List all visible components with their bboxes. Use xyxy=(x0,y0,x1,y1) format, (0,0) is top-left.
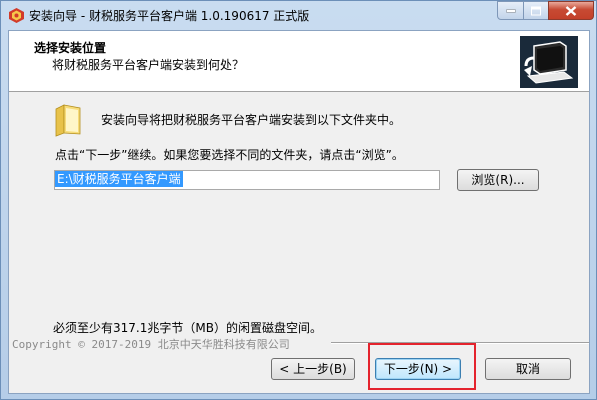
next-button-highlight xyxy=(368,343,476,390)
cancel-button[interactable]: 取消 xyxy=(485,358,571,380)
copyright-text: Copyright © 2017-2019 北京中天华胜科技有限公司 xyxy=(12,338,290,351)
title-bar[interactable]: 安装向导 - 财税服务平台客户端 1.0.190617 正式版 xyxy=(1,1,596,30)
disk-space-text: 必须至少有317.1兆字节（MB）的闲置磁盘空间。 xyxy=(53,321,322,335)
folder-icon xyxy=(55,104,81,137)
app-icon xyxy=(9,8,24,23)
page-header: 选择安装位置 将财税服务平台客户端安装到何处？ xyxy=(9,31,589,92)
close-icon xyxy=(565,5,577,16)
computer-install-icon xyxy=(520,36,578,88)
window-title: 安装向导 - 财税服务平台客户端 1.0.190617 正式版 xyxy=(29,9,310,23)
instruction-text: 点击“下一步”继续。如果您要选择不同的文件夹，请点击“浏览”。 xyxy=(55,148,404,162)
browse-button[interactable]: 浏览(R)... xyxy=(457,169,539,191)
installer-window: 安装向导 - 财税服务平台客户端 1.0.190617 正式版 选择安装位置 将… xyxy=(0,0,597,400)
maximize-icon xyxy=(531,6,541,15)
page-title: 选择安装位置 xyxy=(34,41,107,55)
minimize-button[interactable] xyxy=(497,1,524,20)
back-button[interactable]: < 上一步(B) xyxy=(271,358,355,380)
minimize-icon xyxy=(506,9,515,12)
client-area: 选择安装位置 将财税服务平台客户端安装到何处？ 安装向导将把财税服务平台客户端安… xyxy=(8,30,590,394)
install-path-value: E:\财税服务平台客户端 xyxy=(55,171,183,187)
page-subtitle: 将财税服务平台客户端安装到何处？ xyxy=(52,58,245,72)
close-button[interactable] xyxy=(548,1,594,20)
maximize-button[interactable] xyxy=(523,1,549,20)
description-text: 安装向导将把财税服务平台客户端安装到以下文件夹中。 xyxy=(101,113,402,127)
